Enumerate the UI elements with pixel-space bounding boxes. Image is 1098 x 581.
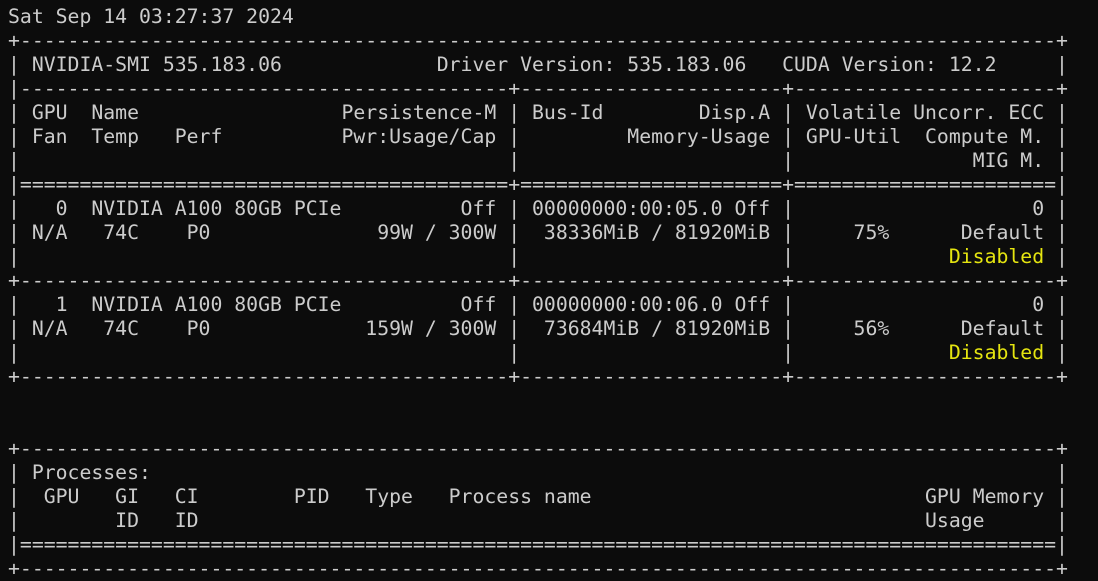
terminal-text: +---------------------------------------… [8, 365, 1068, 388]
terminal-text: +---------------------------------------… [8, 437, 1068, 460]
terminal-line: Sat Sep 14 03:27:37 2024 [8, 5, 1098, 29]
terminal-line: +---------------------------------------… [8, 269, 1098, 293]
terminal-text: | GPU GI CI PID Type Process name GPU Me… [8, 485, 1068, 508]
terminal-line: +---------------------------------------… [8, 557, 1098, 581]
terminal-text: | ID ID Usage | [8, 509, 1068, 532]
terminal-text: | | | [8, 245, 949, 268]
terminal-line: | N/A 74C P0 99W / 300W | 38336MiB / 819… [8, 221, 1098, 245]
terminal-line: | | | MIG M. | [8, 149, 1098, 173]
terminal-text: | 1 NVIDIA A100 80GB PCIe Off | 00000000… [8, 293, 1068, 316]
terminal-line: | NVIDIA-SMI 535.183.06 Driver Version: … [8, 53, 1098, 77]
terminal-line: |=======================================… [8, 533, 1098, 557]
terminal-line: | GPU GI CI PID Type Process name GPU Me… [8, 485, 1098, 509]
terminal-text: | GPU Name Persistence-M | Bus-Id Disp.A… [8, 101, 1068, 124]
terminal-line: | N/A 74C P0 159W / 300W | 73684MiB / 81… [8, 317, 1098, 341]
terminal-text: +---------------------------------------… [8, 269, 1068, 292]
mig-status-disabled: Disabled [948, 341, 1045, 364]
terminal-output[interactable]: Sat Sep 14 03:27:37 2024 +---------------… [0, 0, 1098, 580]
terminal-line: | | | Disabled | [8, 341, 1098, 365]
terminal-text: Sat Sep 14 03:27:37 2024 [8, 5, 294, 28]
terminal-line: +---------------------------------------… [8, 365, 1098, 389]
terminal-text: | Fan Temp Perf Pwr:Usage/Cap | Memory-U… [8, 125, 1068, 148]
terminal-text: | [1044, 245, 1068, 268]
terminal-line: | Fan Temp Perf Pwr:Usage/Cap | Memory-U… [8, 125, 1098, 149]
terminal-text: |=======================================… [8, 173, 1068, 196]
terminal-text: | | | MIG M. | [8, 149, 1068, 172]
terminal-text: |=======================================… [8, 533, 1068, 556]
terminal-line: |---------------------------------------… [8, 77, 1098, 101]
terminal-text: | N/A 74C P0 99W / 300W | 38336MiB / 819… [8, 221, 1068, 244]
terminal-text: | Processes: | [8, 461, 1068, 484]
terminal-line: | GPU Name Persistence-M | Bus-Id Disp.A… [8, 101, 1098, 125]
terminal-line: | 0 NVIDIA A100 80GB PCIe Off | 00000000… [8, 197, 1098, 221]
terminal-line: | ID ID Usage | [8, 509, 1098, 533]
terminal-line: | Processes: | [8, 461, 1098, 485]
mig-status-disabled: Disabled [948, 245, 1045, 268]
terminal-text: +---------------------------------------… [8, 29, 1068, 52]
terminal-line: | | | Disabled | [8, 245, 1098, 269]
terminal-text: |---------------------------------------… [8, 77, 1068, 100]
terminal-line: | 1 NVIDIA A100 80GB PCIe Off | 00000000… [8, 293, 1098, 317]
terminal-line: +---------------------------------------… [8, 29, 1098, 53]
terminal-line: +---------------------------------------… [8, 437, 1098, 461]
terminal-text: | 0 NVIDIA A100 80GB PCIe Off | 00000000… [8, 197, 1068, 220]
terminal-text: +---------------------------------------… [8, 557, 1068, 580]
terminal-text: | N/A 74C P0 159W / 300W | 73684MiB / 81… [8, 317, 1068, 340]
terminal-text: | | | [8, 341, 949, 364]
terminal-line: |=======================================… [8, 173, 1098, 197]
terminal-text: | NVIDIA-SMI 535.183.06 Driver Version: … [8, 53, 1068, 76]
terminal-text: | [1044, 341, 1068, 364]
